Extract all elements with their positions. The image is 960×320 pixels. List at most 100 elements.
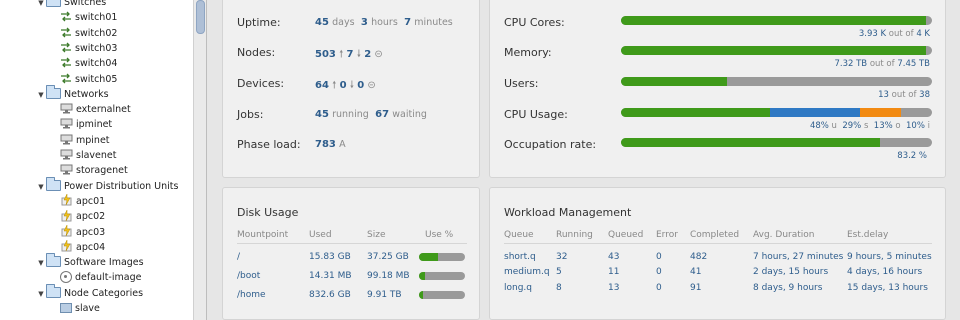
expanded-arrow-icon[interactable]: ▼ [36,0,46,11]
queue-row-2-running: 8 [556,283,562,293]
uptime-days-unit: days [332,17,355,28]
uptime-minutes-unit: minutes [414,17,453,28]
expanded-arrow-icon[interactable]: ▼ [36,180,46,195]
occupation-rate-bar-fill [621,138,880,147]
sidebar-item-software-images[interactable]: ▼ Software Images [36,253,144,271]
sidebar-item-label: Software Images [64,257,144,269]
sidebar-item-networks[interactable]: ▼ Networks [36,84,109,103]
queue-row-0-name[interactable]: short.q [504,252,536,262]
cpu-cores-out-of: out of [888,29,914,39]
sidebar-item-switch02[interactable]: switch02 [60,26,117,41]
queue-row-2-avg-duration: 8 days, 9 hours [753,283,823,293]
arrow-up-icon: 🠕 [339,49,344,60]
disk-row-1-use-bar [419,272,465,280]
column-header-running: Running [556,230,593,240]
disk-row-2-mountpoint: /home [237,290,266,300]
sidebar-item-power-distribution-units[interactable]: ▼ Power Distribution Units [36,176,179,195]
closed-status-icon: ⊝ [367,80,376,91]
sidebar-scrollbar[interactable] [193,0,206,320]
jobs-value[interactable]: 45 running 67 waiting [315,109,427,120]
sidebar-item-switch01[interactable]: switch01 [60,10,117,25]
sidebar-item-label: slavenet [76,150,117,161]
sidebar-scrollbar-thumb[interactable] [196,0,205,34]
sidebar-item-label: ipminet [76,119,113,131]
sidebar-item-apc02[interactable]: apc02 [60,209,105,224]
sidebar-item-apc01[interactable]: apc01 [60,194,105,209]
queue-row-2-completed: 91 [690,283,702,293]
sidebar-item-node-categories[interactable]: ▼ Node Categories [36,283,143,302]
disk-row-2-used: 832.6 GB [309,290,351,300]
jobs-waiting[interactable]: 67 [375,109,389,120]
folder-icon [46,0,61,7]
devices-value[interactable]: 64 🠕 0 🠗 0 ⊝ [315,78,376,95]
navigation-tree: ▼ Switches switch01 switch02 switch03 switch0… [0,0,207,320]
sidebar-item-switch03[interactable]: switch03 [60,41,117,56]
sidebar-item-switches[interactable]: ▼ Switches [36,0,106,10]
phase-load-value: 783 A [315,139,346,150]
sidebar-item-default-image[interactable]: default-image [60,270,141,285]
closed-status-icon: ⊝ [374,49,383,60]
cpu-cores-total: 4 K [916,29,930,39]
sidebar-item-apc03[interactable]: apc03 [60,225,105,240]
uptime-label: Uptime: [237,16,281,29]
network-icon [60,134,73,145]
switch-icon [61,57,71,68]
disk-row-1-mountpoint: /boot [237,271,261,281]
queue-row-1-est-delay: 4 days, 16 hours [847,267,923,277]
sidebar-item-switch05[interactable]: switch05 [60,72,117,87]
memory-bar-fill [621,46,926,55]
arrow-down-icon: 🠗 [356,49,361,60]
sidebar-item-externalnet[interactable]: externalnet [60,102,131,117]
memory-total: 7.45 TB [897,59,930,69]
queue-row-1-name[interactable]: medium.q [504,267,550,277]
sidebar-item-slave[interactable]: slave [60,301,100,316]
nodes-up[interactable]: 7 [347,49,354,60]
uptime-value: 45 days 3 hours 7 minutes [315,17,453,28]
cpu-cores-bar-fill [621,16,926,25]
devices-down[interactable]: 0 [357,80,364,91]
arrow-down-icon: 🠗 [349,80,355,91]
cpu-usage-other-pct: 13% [873,121,893,131]
memory-used: 7.32 TB [834,59,868,69]
cpu-usage-user-pct: 48% [809,121,829,131]
sidebar-item-mpinet[interactable]: mpinet [60,133,110,148]
column-header-size: Size [367,230,386,240]
devices-total[interactable]: 64 [315,80,329,91]
uptime-hours-unit: hours [371,17,398,28]
cpu-cores-caption: 3.93 K out of 4 K [859,29,930,39]
nodes-down[interactable]: 2 [364,49,371,60]
expanded-arrow-icon[interactable]: ▼ [36,88,46,103]
disk-header-divider [237,243,467,244]
uptime-minutes: 7 [404,17,412,28]
memory-label: Memory: [504,46,552,59]
devices-up[interactable]: 0 [340,80,347,91]
folder-icon [46,253,61,268]
expanded-arrow-icon[interactable]: ▼ [36,287,46,302]
network-icon [60,164,73,175]
switch-icon [61,73,71,83]
power-unit-icon [61,209,72,222]
jobs-running[interactable]: 45 [315,109,329,120]
cpu-cores-used: 3.93 K [858,29,887,39]
workload-management-title: Workload Management [504,206,632,219]
column-header-used: Used [309,230,332,240]
users-used: 13 [878,90,889,100]
disk-row-0-mountpoint: / [237,252,241,262]
sidebar-item-switch04[interactable]: switch04 [60,56,117,71]
queue-row-0-avg-duration: 7 hours, 27 minutes [753,252,844,262]
sidebar-item-label: Power Distribution Units [64,180,179,192]
sidebar-item-label: apc03 [76,226,106,238]
nodes-value[interactable]: 503 🠕 7 🠗 2 ⊝ [315,47,383,64]
sidebar-item-ipminet[interactable]: ipminet [60,117,112,132]
expanded-arrow-icon[interactable]: ▼ [36,256,46,271]
queue-row-1-error: 0 [656,267,662,277]
power-unit-icon [61,240,72,252]
queue-row-2-name[interactable]: long.q [504,283,532,293]
disk-row-0-use-bar-fill [419,253,439,261]
sidebar-item-slavenet[interactable]: slavenet [60,148,116,163]
occupation-rate-label: Occupation rate: [504,138,597,151]
cpu-usage-other-unit: o [895,121,901,131]
sidebar-item-apc04[interactable]: apc04 [60,240,105,255]
sidebar-item-storagenet[interactable]: storagenet [60,163,128,178]
nodes-total[interactable]: 503 [315,49,336,60]
